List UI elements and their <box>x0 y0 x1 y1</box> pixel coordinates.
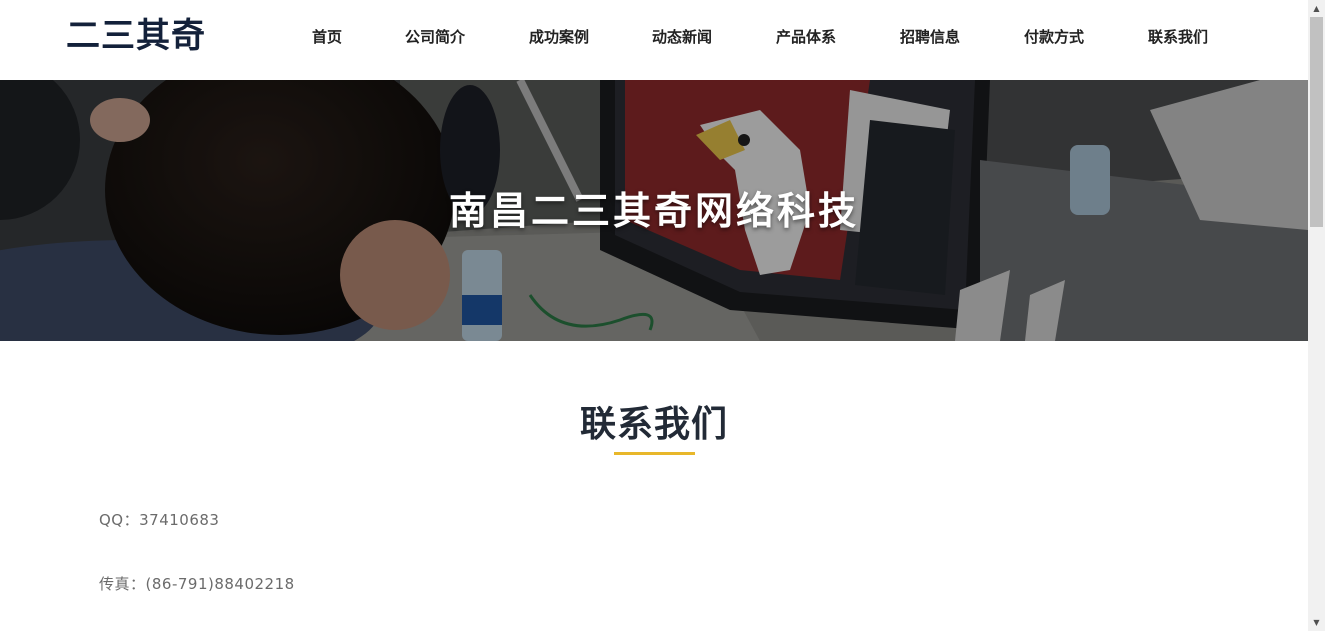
nav-item-products[interactable]: 产品体系 <box>776 26 836 48</box>
nav-item-about[interactable]: 公司简介 <box>405 26 465 48</box>
nav-item-news[interactable]: 动态新闻 <box>652 26 712 48</box>
page: 二三其奇 首页 公司简介 成功案例 动态新闻 产品体系 招聘信息 付款方式 联系… <box>0 0 1308 631</box>
nav-item-home[interactable]: 首页 <box>312 26 342 48</box>
arrow-down-icon[interactable]: ▼ <box>1308 614 1325 631</box>
hero-banner: 南昌二三其奇网络科技 <box>0 80 1308 341</box>
scroll-thumb[interactable] <box>1310 17 1323 227</box>
nav-item-payment[interactable]: 付款方式 <box>1024 26 1084 48</box>
section-title: 联系我们 <box>579 404 728 445</box>
contact-qq: QQ：37410683 <box>99 511 220 529</box>
nav-item-jobs[interactable]: 招聘信息 <box>900 26 960 48</box>
banner-title: 南昌二三其奇网络科技 <box>448 189 859 233</box>
site-logo[interactable]: 二三其奇 <box>66 14 206 58</box>
nav-item-cases[interactable]: 成功案例 <box>529 26 589 48</box>
arrow-up-icon[interactable]: ▲ <box>1308 0 1325 17</box>
title-underline <box>614 452 695 455</box>
contact-fax: 传真：(86-791)88402218 <box>99 575 295 593</box>
vertical-scrollbar[interactable]: ▲ ▼ <box>1308 0 1325 631</box>
site-header: 二三其奇 首页 公司简介 成功案例 动态新闻 产品体系 招聘信息 付款方式 联系… <box>0 0 1308 80</box>
nav-item-contact[interactable]: 联系我们 <box>1148 26 1208 48</box>
